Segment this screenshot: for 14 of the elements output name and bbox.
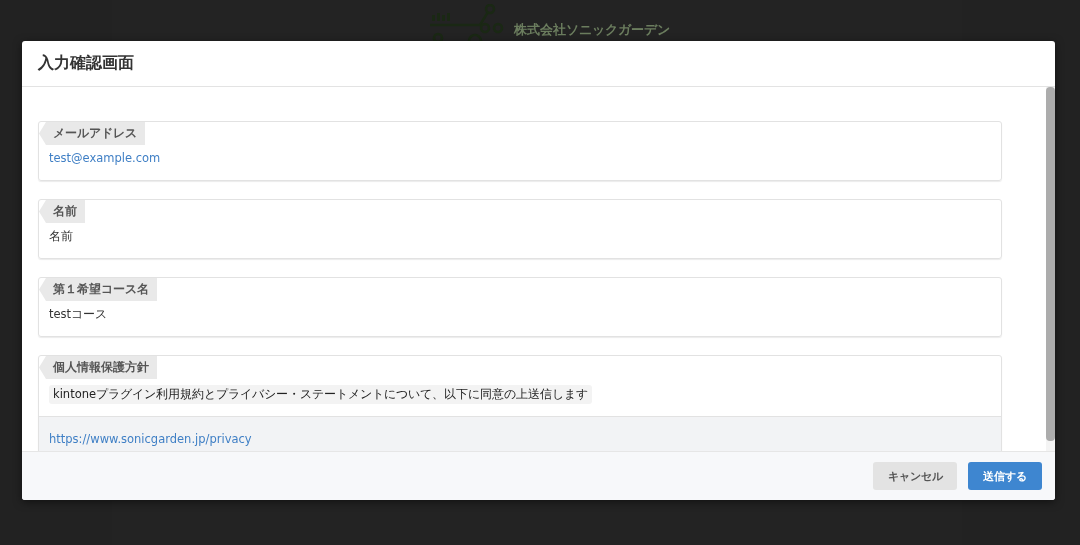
consent-text: kintoneプラグイン利用規約とプライバシー・ステートメントについて、以下に同意の上送信します	[49, 385, 593, 404]
company-name: 株式会社ソニックガーデン	[514, 21, 670, 39]
field-value: testコース	[49, 307, 108, 321]
cancel-button[interactable]: キャンセル	[873, 462, 957, 490]
field-value: 名前	[49, 229, 73, 243]
dialog-title: 入力確認画面	[38, 53, 134, 74]
email-link[interactable]: test@example.com	[49, 151, 161, 165]
privacy-link[interactable]: https://www.sonicgarden.jp/privacy	[49, 432, 252, 446]
field-label: 名前	[39, 200, 85, 223]
field-label: メールアドレス	[39, 122, 145, 145]
scrollbar-thumb[interactable]	[1046, 87, 1055, 441]
field-label: 第１希望コース名	[39, 278, 157, 301]
submit-button[interactable]: 送信する	[968, 462, 1042, 490]
field-label: 個人情報保護方針	[39, 356, 157, 379]
